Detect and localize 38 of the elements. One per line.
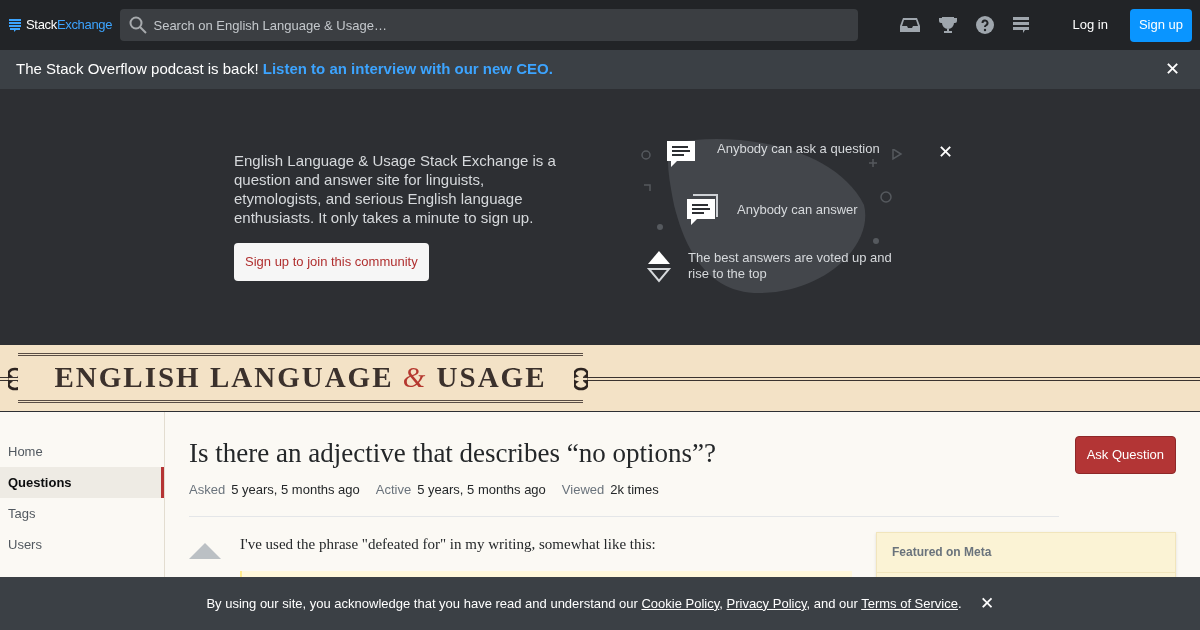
- login-link[interactable]: Log in: [1064, 15, 1116, 35]
- panel-heading: Featured on Meta: [892, 544, 992, 561]
- site-description: English Language & Usage Stack Exchange is a question and answer site for linguists, etymologists, and serious English language enthusiasts. It only takes a minute to sign up.: [234, 151, 557, 227]
- speech-bubbles-icon: [685, 193, 721, 227]
- vote-arrows-icon: [646, 249, 672, 283]
- meta-value: 5 years, 5 months ago: [417, 481, 546, 499]
- ornament-icon: [574, 367, 588, 391]
- close-button[interactable]: ✕: [979, 590, 994, 617]
- trophy-icon[interactable]: [938, 16, 959, 34]
- close-button[interactable]: ✕: [938, 143, 953, 161]
- site-title-banner[interactable]: ENGLISH LANGUAGE & USAGE: [18, 353, 583, 403]
- announcement-text: The Stack Overflow podcast is back! Listen to an interview with our new CEO.: [16, 59, 553, 80]
- question-body: I've used the phrase "defeated for" in my writing, somewhat like this:: [240, 534, 657, 554]
- search-icon: [129, 16, 148, 34]
- sidebar-item[interactable]: Tags: [0, 498, 164, 529]
- feature-text: Anybody can answer: [737, 201, 858, 220]
- search-field[interactable]: Search on English Language & Usage…: [120, 9, 859, 41]
- cookie-notice: By using our site, you acknowledge that you have read and understand our Cookie Policy, Privacy Policy, and our Terms of Service.: [206, 594, 962, 613]
- join-community-button[interactable]: Sign up to join this community: [234, 243, 429, 281]
- meta-value: 2k times: [610, 481, 659, 499]
- ask-question-button[interactable]: Ask Question: [1074, 436, 1176, 474]
- question-title[interactable]: Is there an adjective that describes “no options”?: [189, 436, 1059, 470]
- meta-label: Viewed: [561, 481, 605, 499]
- sidebar-item[interactable]: Questions: [0, 467, 164, 498]
- feature-text: The best answers are voted up and rise to the top: [688, 250, 893, 282]
- meta-value: 5 years, 5 months ago: [231, 481, 360, 499]
- policy-link[interactable]: Terms of Service: [861, 595, 958, 611]
- stack-exchange-logo[interactable]: StackExchange: [8, 15, 121, 35]
- sidebar-item[interactable]: Home: [0, 436, 164, 467]
- meta-label: Asked: [189, 481, 226, 499]
- stack-exchange-icon[interactable]: [1012, 16, 1031, 34]
- feature-text: Anybody can ask a question: [717, 140, 880, 159]
- help-icon[interactable]: [976, 16, 995, 34]
- meta-label: Active: [375, 481, 412, 499]
- announcement-link[interactable]: Listen to an interview with our new CEO.: [262, 60, 553, 78]
- inbox-icon[interactable]: [900, 17, 921, 33]
- close-button[interactable]: ✕: [1165, 56, 1184, 83]
- sidebar-item[interactable]: Users: [0, 529, 164, 560]
